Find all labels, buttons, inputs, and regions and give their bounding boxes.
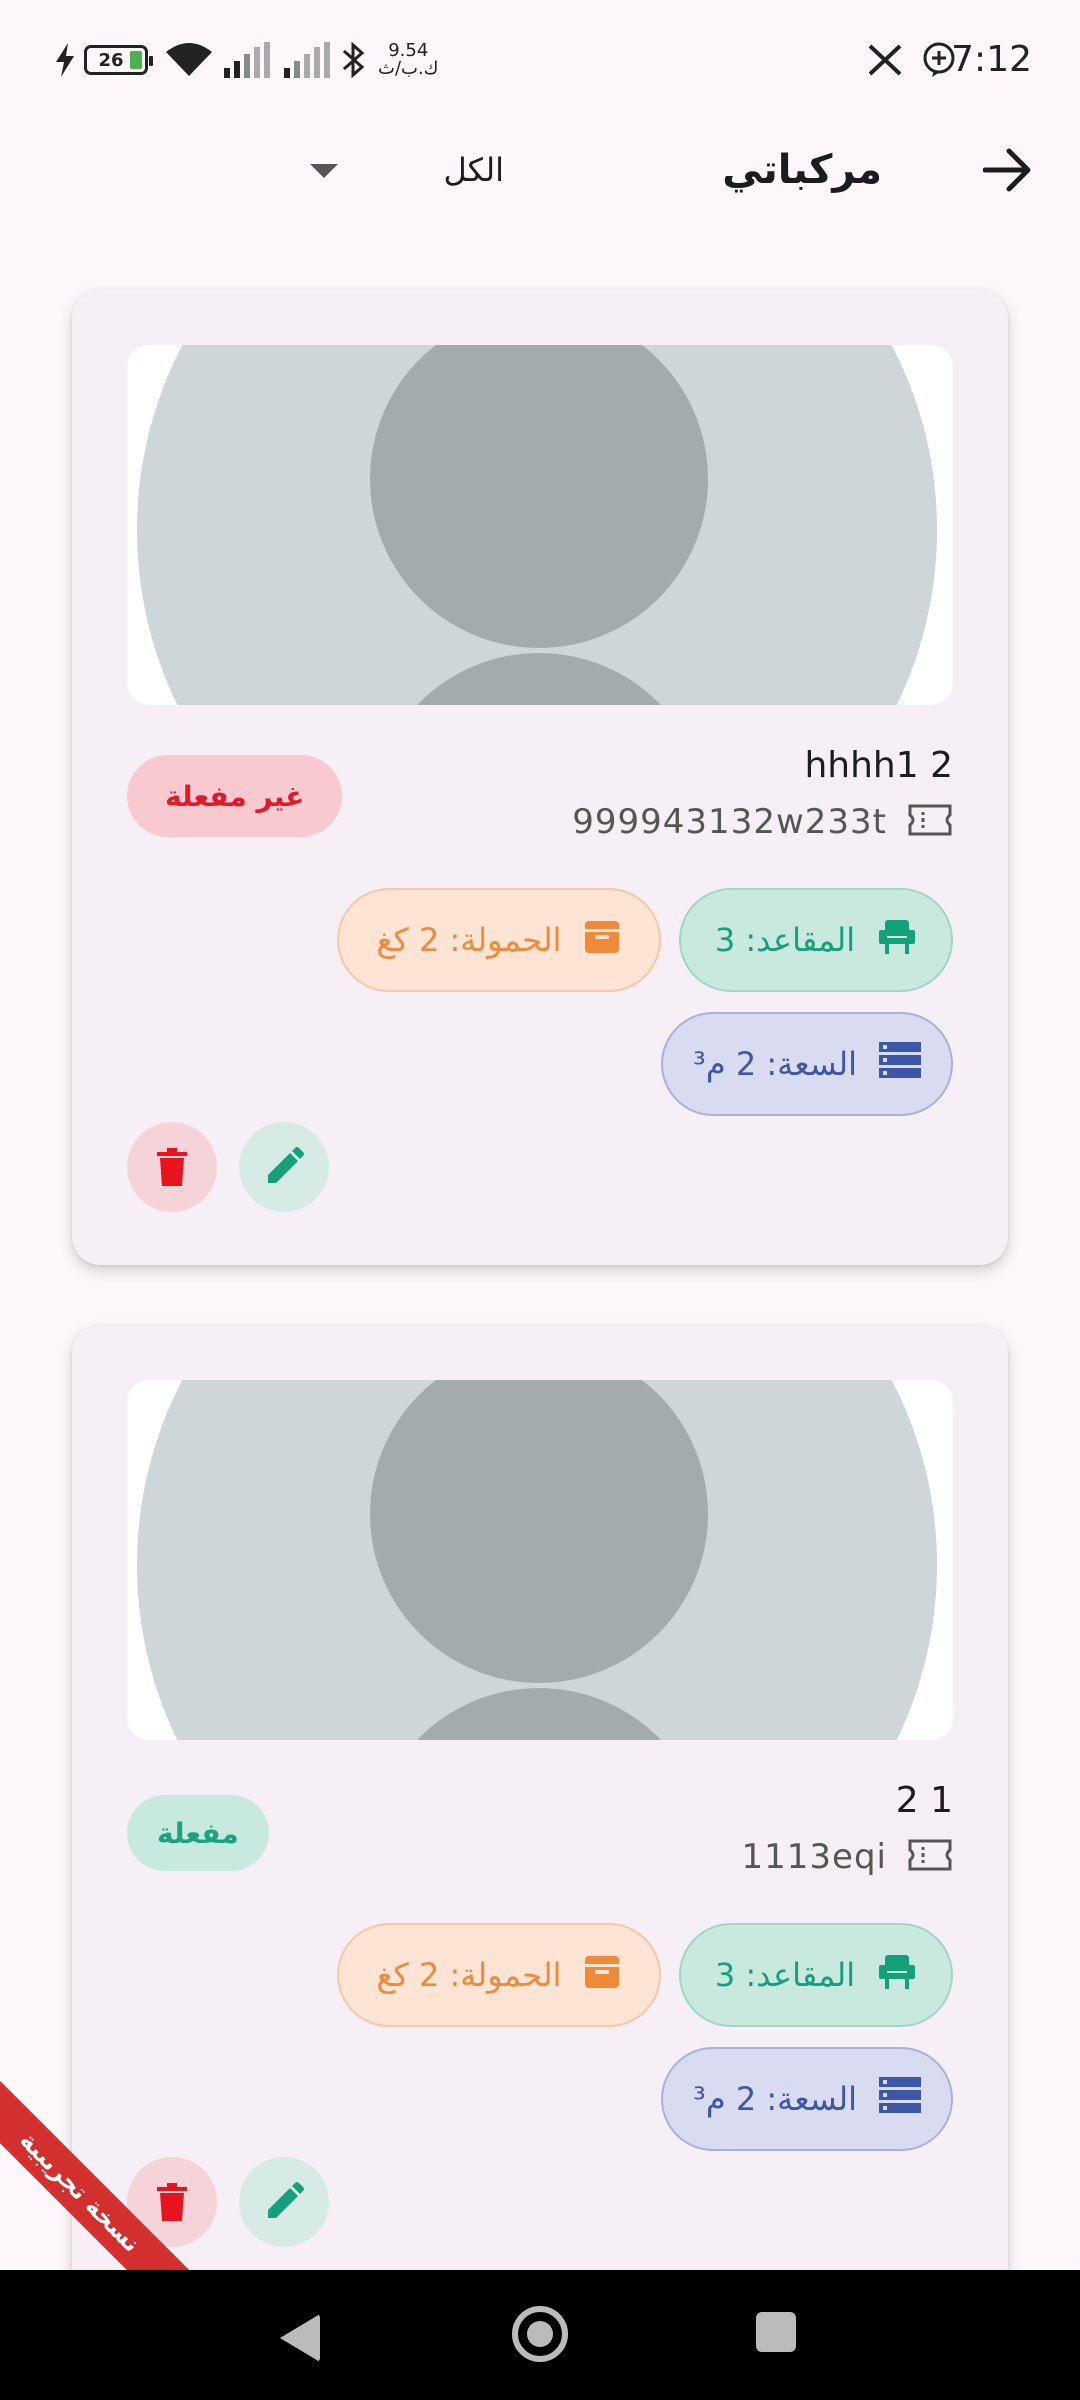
trash-icon xyxy=(157,1148,187,1186)
status-bar: 26 9.54 ك.ب/ث 7:12 xyxy=(0,0,1080,120)
bluetooth-icon xyxy=(342,36,366,84)
dropdown-caret-icon xyxy=(310,164,338,178)
seats-chip: المقاعد: 3 xyxy=(679,1923,953,2027)
seat-icon xyxy=(877,1953,917,1997)
ticket-icon xyxy=(907,803,953,841)
signal-icon xyxy=(224,36,272,84)
capacity-chip: السعة: 2 م³ xyxy=(661,2047,953,2151)
charging-icon xyxy=(54,36,76,84)
ticket-icon xyxy=(907,1838,953,1876)
seats-label: المقاعد: 3 xyxy=(714,1956,856,1994)
nav-recents-icon[interactable] xyxy=(756,2312,796,2352)
load-chip: الحمولة: 2 كغ xyxy=(337,1923,661,2027)
vehicle-name: 2 1 xyxy=(895,1780,953,1821)
battery-level: 26 xyxy=(98,49,124,71)
capacity-label: السعة: 2 م³ xyxy=(693,1045,857,1083)
trash-icon xyxy=(157,2183,187,2221)
system-nav-bar xyxy=(0,2270,1080,2400)
nav-back-icon[interactable] xyxy=(280,2314,320,2362)
x-icon xyxy=(868,36,902,84)
load-label: الحمولة: 2 كغ xyxy=(376,921,562,959)
filter-value: الكل xyxy=(443,151,504,189)
capacity-chip: السعة: 2 م³ xyxy=(661,1012,953,1116)
seat-icon xyxy=(877,918,917,962)
load-label: الحمولة: 2 كغ xyxy=(376,1956,562,1994)
seats-chip: المقاعد: 3 xyxy=(679,888,953,992)
plate-row: 999943132w233t xyxy=(572,800,953,844)
nav-home-icon[interactable] xyxy=(512,2306,568,2362)
vehicle-name: hhhh1 2 xyxy=(804,745,953,786)
plate-number: 1113eqi xyxy=(741,1837,887,1877)
capacity-label: السعة: 2 م³ xyxy=(693,2080,857,2118)
edit-button[interactable] xyxy=(239,2157,329,2247)
signal-icon-2 xyxy=(284,36,332,84)
vehicle-card[interactable]: مفعلة 2 1 1113eqi المقاعد: 3 الحمولة: 2 … xyxy=(72,1325,1008,2325)
plate-row: 1113eqi xyxy=(742,1835,953,1879)
arrow-right-icon xyxy=(983,148,1031,192)
pencil-icon xyxy=(268,1147,304,1183)
net-speed: 9.54 ك.ب/ث xyxy=(378,40,439,79)
load-chip: الحمولة: 2 كغ xyxy=(337,888,661,992)
back-button[interactable] xyxy=(978,140,1038,200)
edit-button[interactable] xyxy=(239,1122,329,1212)
status-badge-active: مفعلة xyxy=(127,1795,269,1871)
wifi-icon xyxy=(166,36,212,84)
vehicle-photo-placeholder xyxy=(127,345,953,705)
storage-icon xyxy=(878,2077,921,2121)
delete-button[interactable] xyxy=(127,1122,217,1212)
page-title: مركباتي xyxy=(722,147,882,193)
status-badge-inactive: غير مفعلة xyxy=(127,755,343,837)
archive-icon xyxy=(583,917,621,963)
plate-number: 999943132w233t xyxy=(572,802,887,842)
vehicle-photo-placeholder xyxy=(127,1380,953,1740)
storage-icon xyxy=(878,1042,921,1086)
clock: 7:12 xyxy=(951,39,1032,80)
pencil-icon xyxy=(268,2182,304,2218)
filter-dropdown[interactable]: الكل xyxy=(300,140,540,200)
seats-label: المقاعد: 3 xyxy=(714,921,856,959)
archive-icon xyxy=(583,1952,621,1998)
battery-icon: 26 xyxy=(84,36,153,84)
vehicle-card[interactable]: غير مفعلة hhhh1 2 999943132w233t المقاعد… xyxy=(72,290,1008,1265)
app-bar: مركباتي الكل xyxy=(0,120,1080,220)
